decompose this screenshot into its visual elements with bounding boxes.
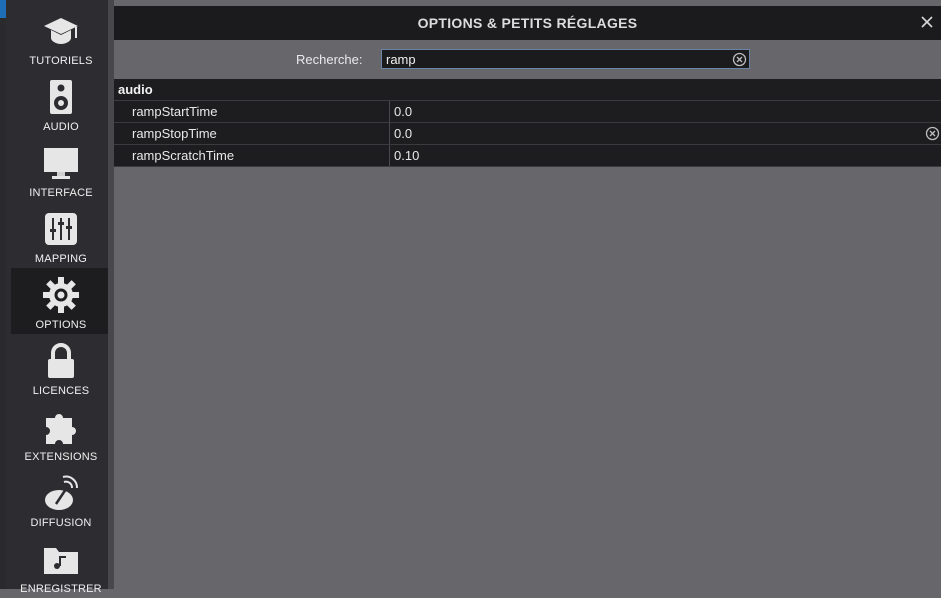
group-label: audio xyxy=(118,82,153,97)
sidebar-item-label: OPTIONS xyxy=(35,319,87,331)
option-name: rampStopTime xyxy=(114,123,390,144)
sidebar-item-tutoriels[interactable]: TUTORIELS xyxy=(11,4,111,70)
window-title: OPTIONS & PETITS RÉGLAGES xyxy=(417,15,638,31)
sidebar-item-options[interactable]: OPTIONS xyxy=(11,268,111,334)
music-folder-icon xyxy=(44,548,78,574)
sidebar-item-label: MAPPING xyxy=(34,253,88,265)
sidebar-item-label: EXTENSIONS xyxy=(24,451,98,463)
search-input[interactable] xyxy=(382,50,720,68)
sliders-icon xyxy=(45,213,77,245)
sidebar-item-mapping[interactable]: MAPPING xyxy=(11,202,111,268)
search-label: Recherche: xyxy=(296,52,363,67)
table-row[interactable]: rampScratchTime 0.10 xyxy=(114,145,941,167)
sidebar-item-enregistrer[interactable]: ENREGISTRER xyxy=(11,532,111,598)
sidebar-item-label: LICENCES xyxy=(32,385,90,397)
sidebar-item-label: ENREGISTRER xyxy=(20,583,102,595)
sidebar-item-label: DIFFUSION xyxy=(30,517,92,529)
sidebar-item-licences[interactable]: LICENCES xyxy=(11,334,111,400)
sidebar-item-label: AUDIO xyxy=(43,121,79,133)
group-header-audio[interactable]: audio xyxy=(114,79,941,101)
title-bar: OPTIONS & PETITS RÉGLAGES xyxy=(114,6,941,40)
sidebar-item-audio[interactable]: AUDIO xyxy=(11,70,111,136)
sidebar-item-diffusion[interactable]: DIFFUSION xyxy=(11,466,111,532)
clear-search-icon[interactable] xyxy=(732,52,747,67)
puzzle-icon xyxy=(46,414,76,444)
search-box xyxy=(381,49,750,69)
table-row[interactable]: rampStartTime 0.0 xyxy=(114,101,941,123)
reset-value-icon[interactable] xyxy=(925,126,940,141)
lock-icon xyxy=(48,343,74,378)
broadcast-icon xyxy=(45,475,79,510)
option-value[interactable]: 0.0 xyxy=(390,126,412,141)
sidebar-item-label: TUTORIELS xyxy=(29,55,93,67)
option-value[interactable]: 0.0 xyxy=(390,104,412,119)
sidebar-item-extensions[interactable]: EXTENSIONS xyxy=(11,400,111,466)
monitor-icon xyxy=(44,148,78,179)
close-icon[interactable] xyxy=(919,14,935,30)
speaker-icon xyxy=(50,80,72,114)
option-value[interactable]: 0.10 xyxy=(390,148,419,163)
gear-icon xyxy=(43,277,79,313)
graduation-cap-icon xyxy=(44,18,78,44)
option-name: rampScratchTime xyxy=(114,145,390,166)
option-name: rampStartTime xyxy=(114,101,390,122)
sidebar-item-label: INTERFACE xyxy=(29,187,93,199)
table-row[interactable]: rampStopTime 0.0 xyxy=(114,123,941,145)
options-table: audio rampStartTime 0.0 rampStopTime 0.0… xyxy=(114,79,941,167)
sidebar: TUTORIELS AUDIO INTERFACE MAPPING OPTION… xyxy=(6,0,111,595)
sidebar-item-interface[interactable]: INTERFACE xyxy=(11,136,111,202)
